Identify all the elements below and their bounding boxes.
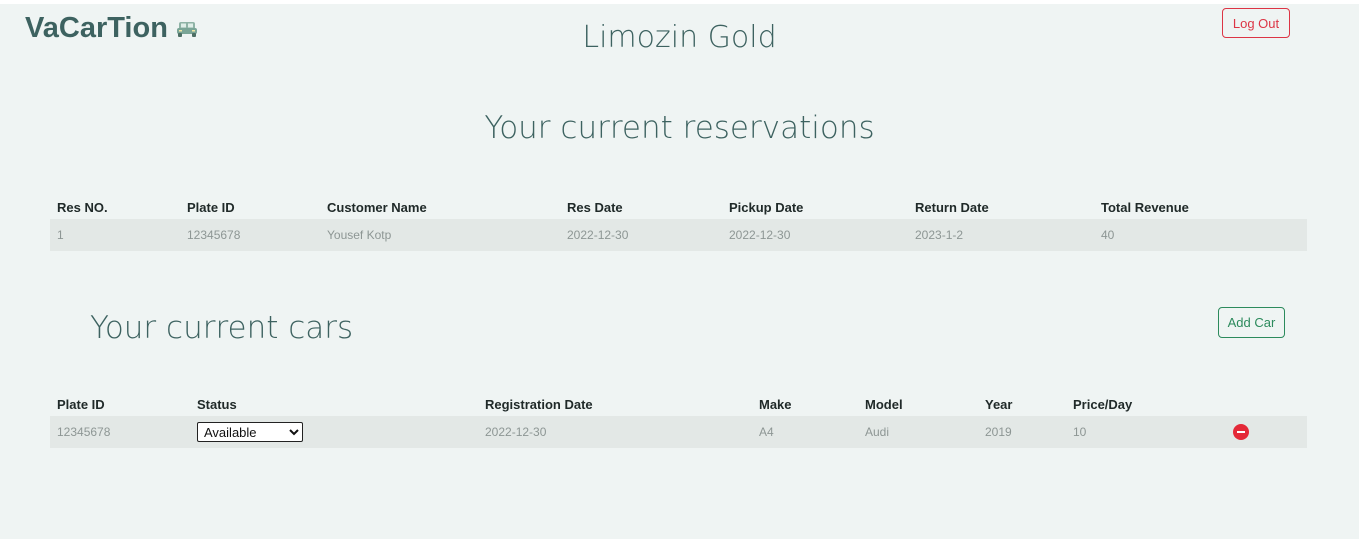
plate-id: 12345678: [180, 219, 320, 251]
cars-table: Plate ID Status Registration Date Make M…: [50, 392, 1307, 448]
column-header: Registration Date: [485, 396, 593, 412]
column-header: Plate ID: [187, 199, 235, 215]
column-header: Pickup Date: [729, 199, 804, 215]
return-date: 2023-1-2: [908, 219, 1094, 251]
reservations-table: Res NO. Plate ID Customer Name Res Date …: [50, 195, 1307, 251]
car-year: 2019: [978, 416, 1066, 448]
plate-id: 12345678: [50, 416, 190, 448]
column-header: Status: [197, 396, 237, 412]
table-header-row: Plate ID Status Registration Date Make M…: [50, 392, 1307, 416]
pickup-date: 2022-12-30: [722, 219, 908, 251]
car-model: Audi: [858, 416, 978, 448]
total-revenue: 40: [1094, 219, 1307, 251]
shop-name: Limozin Gold: [582, 20, 777, 55]
page: VaCarTion Limozin Gold Log Out Your curr…: [0, 4, 1359, 539]
status-select[interactable]: Available: [197, 422, 303, 442]
remove-circle-icon[interactable]: [1233, 424, 1249, 440]
res-date: 2022-12-30: [560, 219, 722, 251]
res-number: 1: [50, 219, 180, 251]
column-header: Total Revenue: [1101, 199, 1189, 215]
table-header-row: Res NO. Plate ID Customer Name Res Date …: [50, 195, 1307, 219]
column-header: Customer Name: [327, 199, 427, 215]
column-header: Year: [985, 396, 1013, 412]
column-header: Res NO.: [57, 199, 108, 215]
reservations-title: Your current reservations: [484, 110, 875, 146]
logout-button[interactable]: Log Out: [1222, 8, 1290, 38]
registration-date: 2022-12-30: [478, 416, 752, 448]
remove-cell: [1226, 416, 1307, 448]
status-cell: Available: [190, 416, 478, 448]
column-header: [1226, 392, 1307, 416]
column-header: Plate ID: [57, 396, 105, 412]
add-car-button[interactable]: Add Car: [1218, 307, 1285, 338]
table-row: 1 12345678 Yousef Kotp 2022-12-30 2022-1…: [50, 219, 1307, 251]
table-row: 12345678 Available 2022-12-30 A4 Audi 20…: [50, 416, 1307, 448]
price-per-day: 10: [1066, 416, 1226, 448]
car-make: A4: [752, 416, 858, 448]
column-header: Price/Day: [1073, 396, 1133, 412]
column-header: Return Date: [915, 199, 989, 215]
column-header: Make: [759, 396, 792, 412]
column-header: Model: [865, 396, 903, 412]
cars-title: Your current cars: [90, 310, 354, 346]
customer-name: Yousef Kotp: [320, 219, 560, 251]
column-header: Res Date: [567, 199, 623, 215]
